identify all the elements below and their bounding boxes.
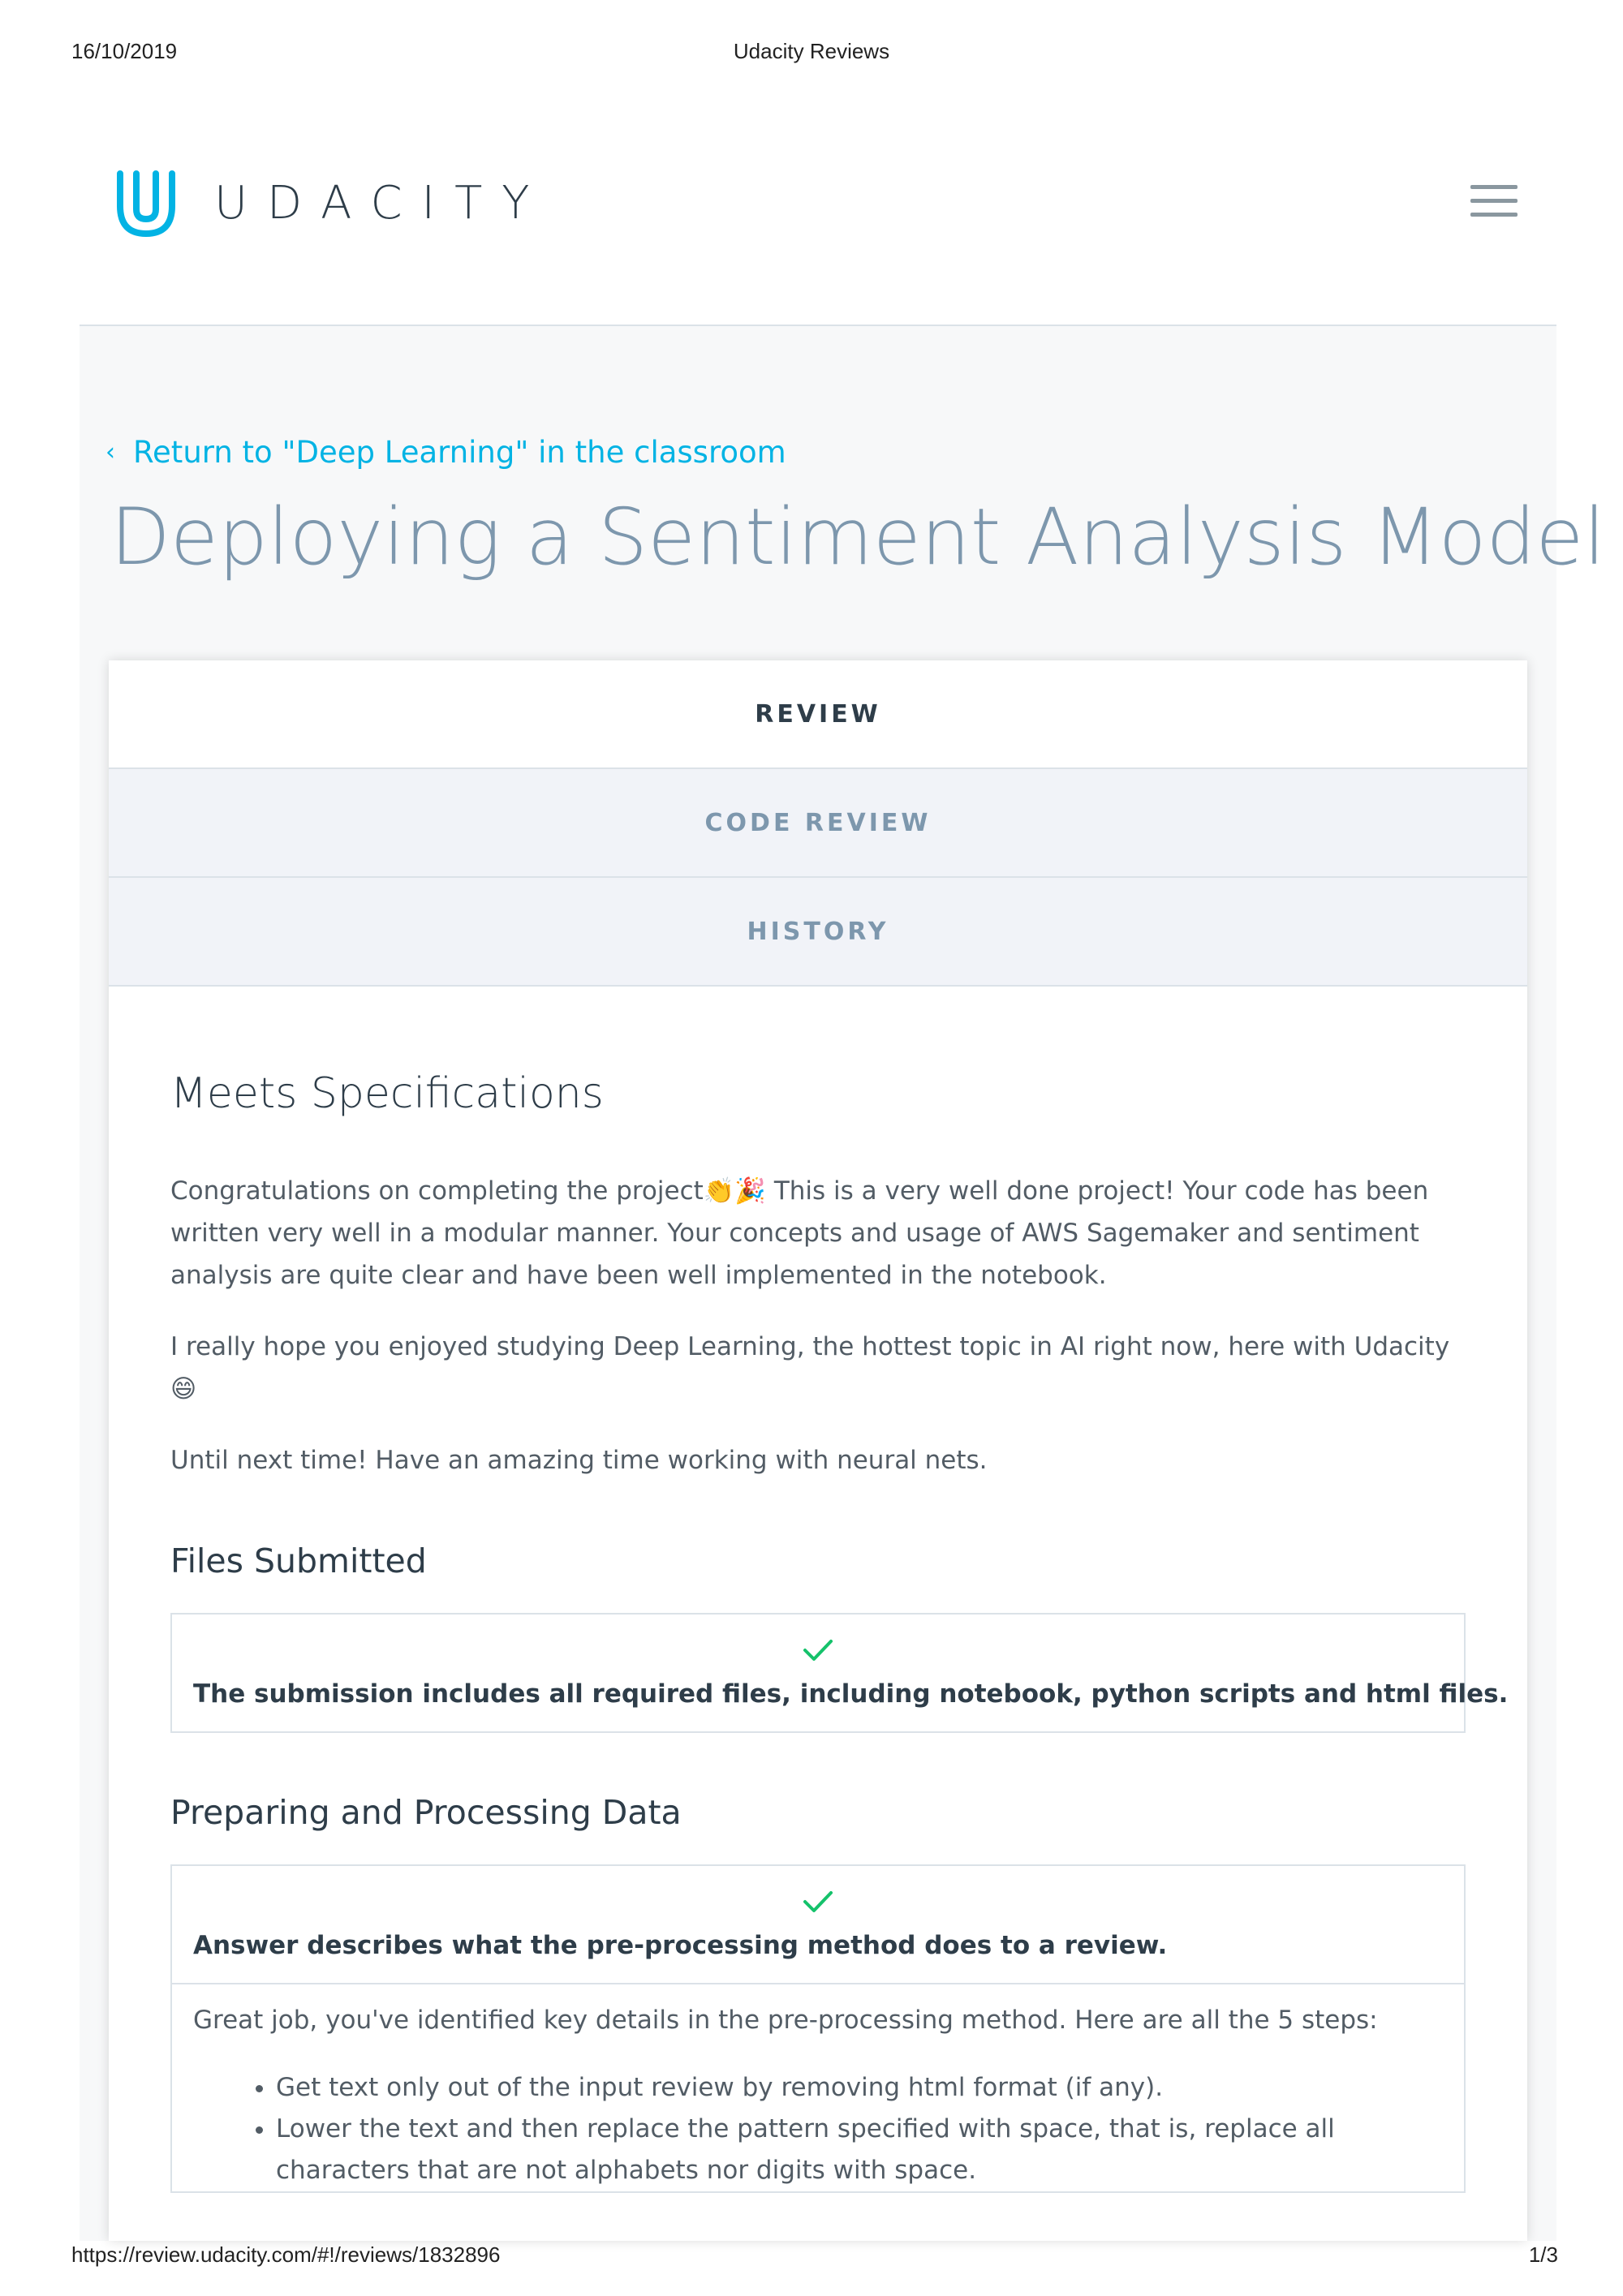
return-link-label: Return to "Deep Learning" in the classro… [133, 435, 786, 470]
udacity-logo-icon [117, 170, 175, 238]
reviewer-note: Great job, you've identified key details… [193, 2006, 1378, 2035]
rubric-item: Answer describes what the pre-processing… [170, 1864, 1466, 2193]
rubric-criterion: The submission includes all required fil… [193, 1679, 1509, 1709]
list-item: Get text only out of the input review by… [276, 2067, 1443, 2109]
brand-name: UDACITY [214, 176, 549, 230]
chevron-left-icon: ‹ [105, 438, 115, 467]
checkmark-icon [803, 1891, 833, 1912]
section-title: Preparing and Processing Data [170, 1793, 682, 1832]
steps-list: Get text only out of the input review by… [193, 2067, 1443, 2191]
list-item: Lower the text and then replace the patt… [276, 2109, 1443, 2191]
tab-review[interactable]: REVIEW [109, 660, 1527, 769]
return-to-classroom-link[interactable]: ‹ Return to "Deep Learning" in the class… [105, 435, 786, 470]
review-card: REVIEW CODE REVIEW HISTORY Meets Specifi… [109, 660, 1527, 2241]
review-status: Meets Specifications [170, 1069, 604, 1118]
print-url: https://review.udacity.com/#!/reviews/18… [71, 2242, 501, 2267]
checkmark-icon [803, 1640, 833, 1661]
rubric-item: The submission includes all required fil… [170, 1613, 1509, 1733]
site-header: UDACITY [80, 130, 1556, 326]
tab-history[interactable]: HISTORY [109, 878, 1527, 987]
hamburger-menu-icon[interactable] [1470, 185, 1518, 217]
udacity-logo[interactable]: UDACITY [109, 166, 549, 240]
review-content: Meets Specifications Congratulations on … [109, 1069, 1527, 2193]
review-paragraph: I really hope you enjoyed studying Deep … [170, 1332, 1450, 1404]
section-title: Files Submitted [170, 1541, 427, 1580]
review-paragraph: Congratulations on completing the projec… [170, 1176, 1429, 1290]
tab-code-review[interactable]: CODE REVIEW [109, 769, 1527, 878]
print-title: Udacity Reviews [733, 39, 890, 63]
reviewer-comment: Great job, you've identified key details… [172, 1983, 1464, 2191]
review-paragraph: Until next time! Have an amazing time wo… [170, 1446, 988, 1475]
page-title: Deploying a Sentiment Analysis Model [110, 492, 1606, 583]
print-page-number: 1/3 [1528, 2242, 1558, 2267]
rubric-criterion: Answer describes what the pre-processing… [193, 1931, 1168, 1960]
